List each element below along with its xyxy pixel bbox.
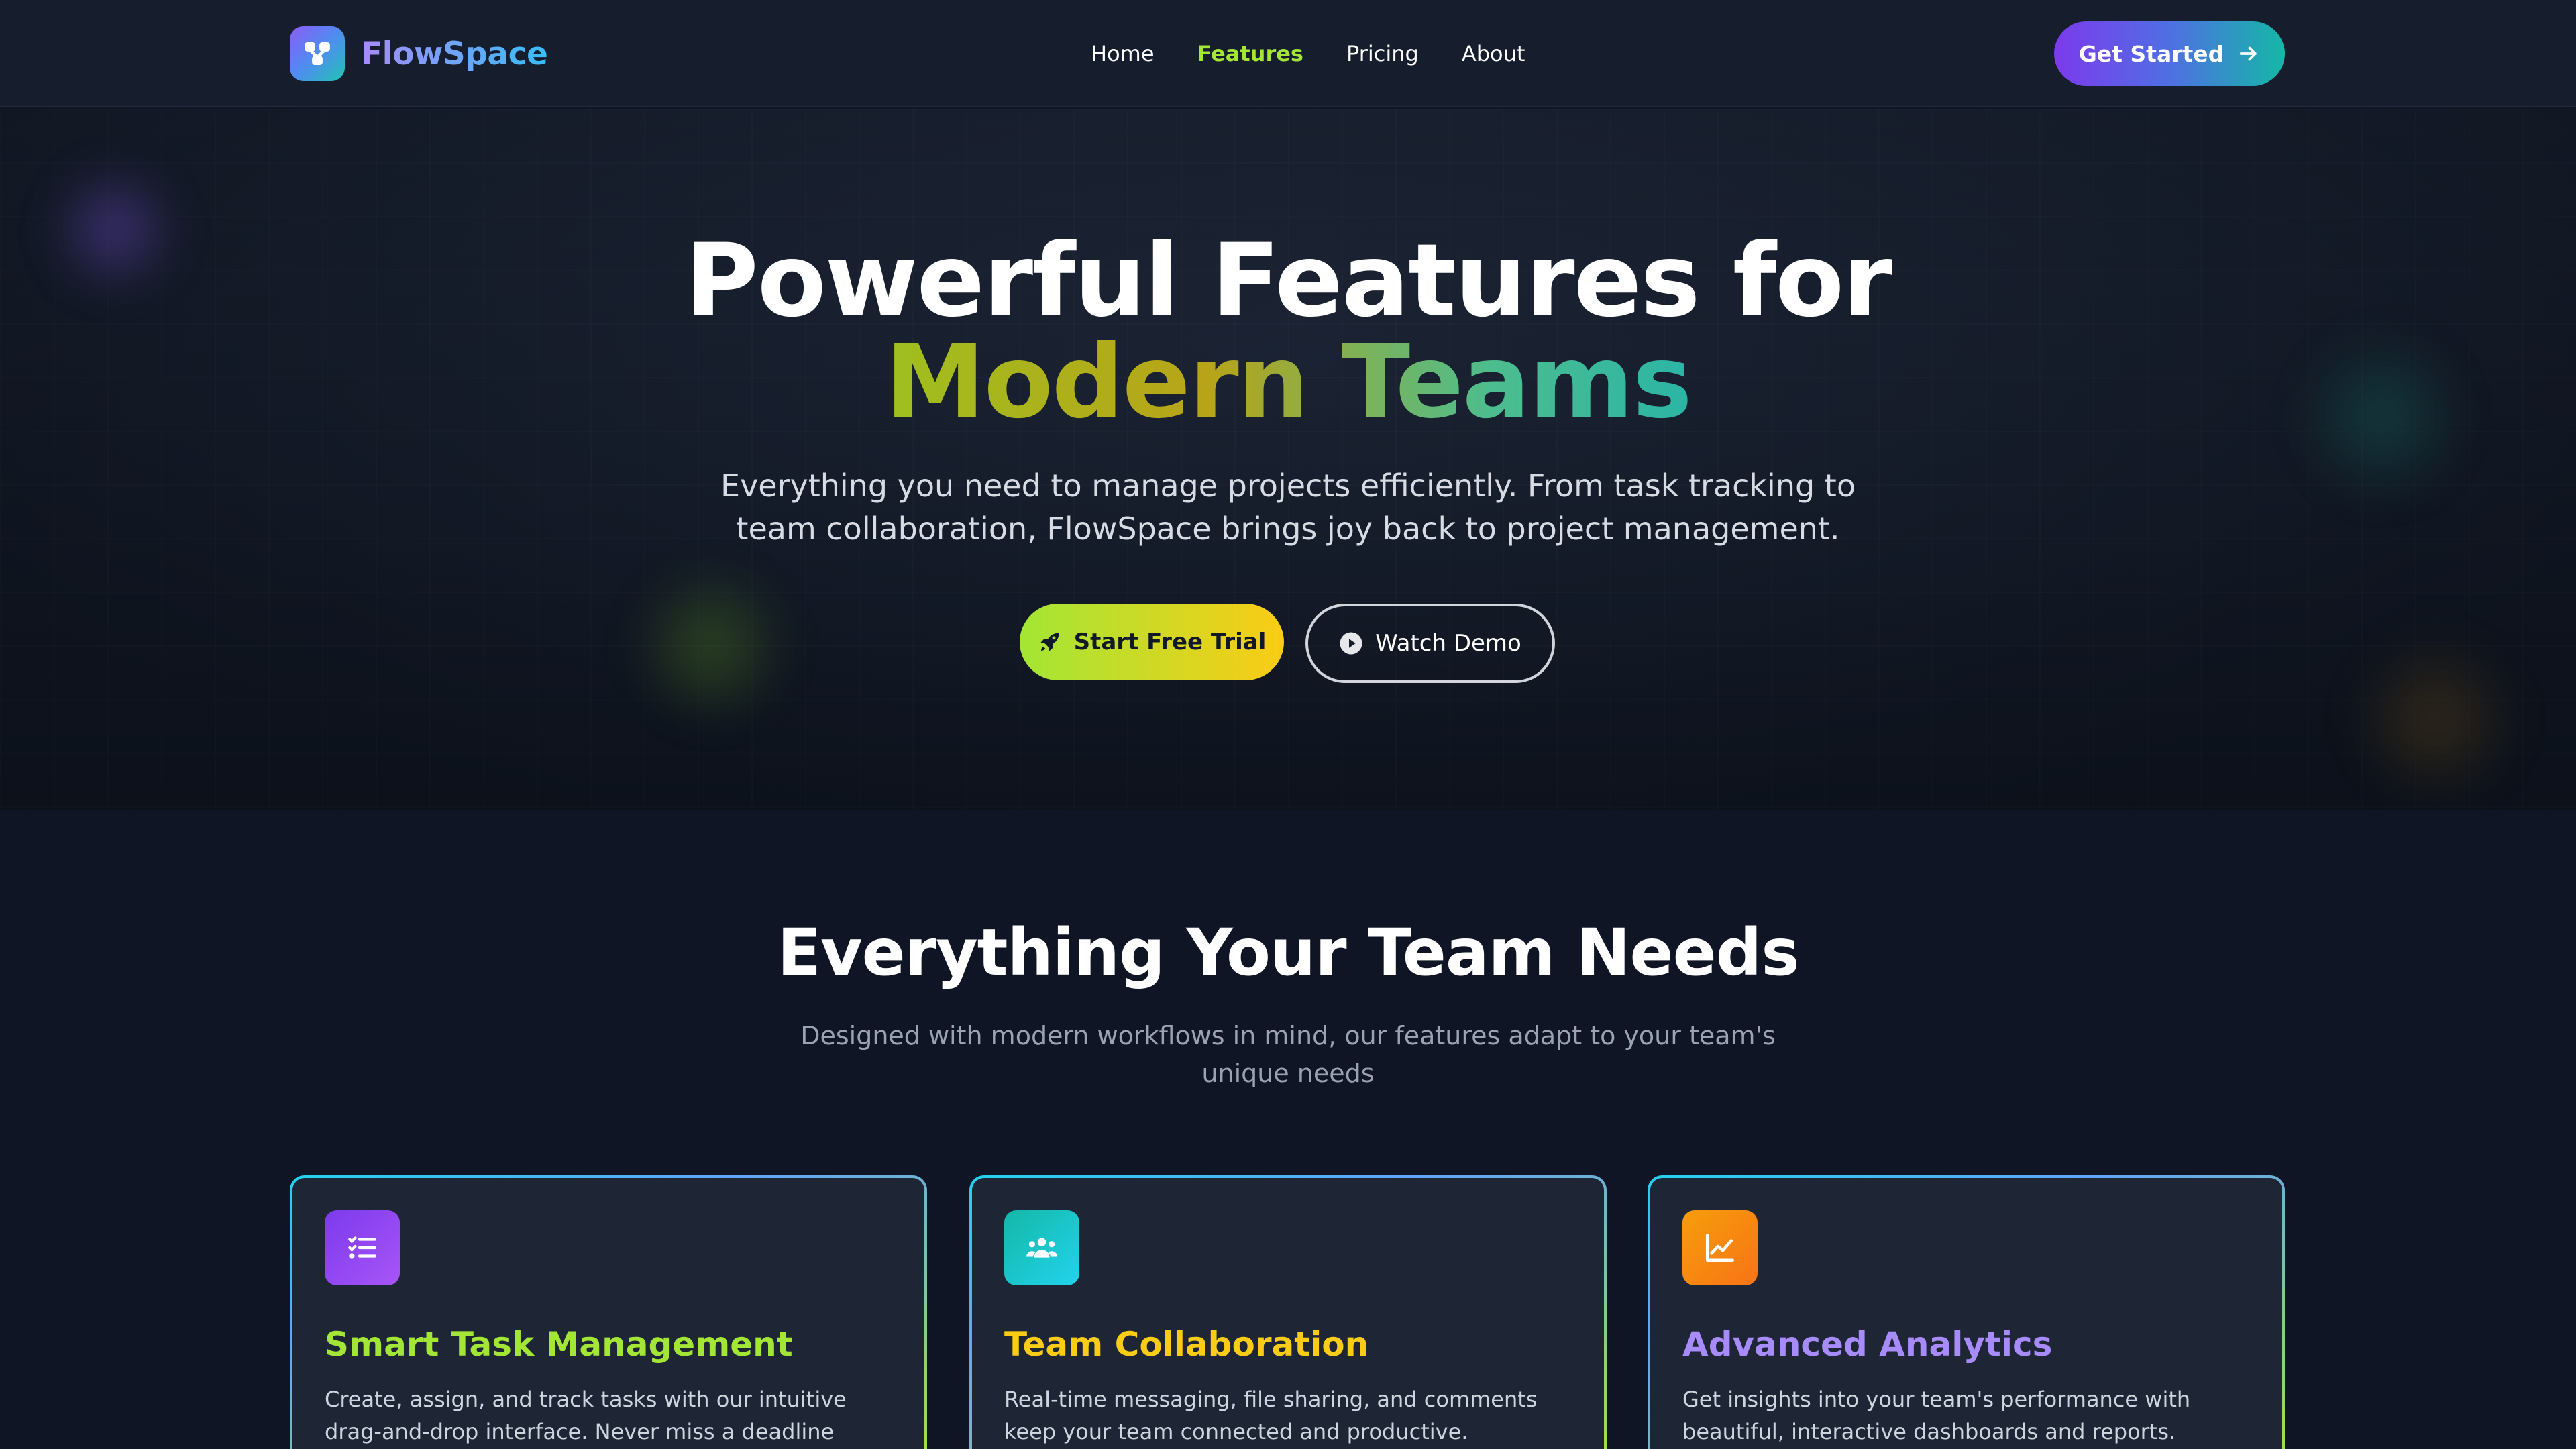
- users-icon: [1004, 1210, 1079, 1285]
- features-title: Everything Your Team Needs: [777, 915, 1799, 990]
- flowspace-logo-icon: [290, 26, 345, 81]
- hero-title-line1: Powerful Features for: [684, 223, 1892, 339]
- nav-link-features[interactable]: Features: [1197, 38, 1303, 70]
- feature-card-advanced-analytics[interactable]: Advanced Analytics Get insights into you…: [1648, 1175, 2285, 1449]
- hero-buttons: Start Free Trial Watch Demo: [1020, 604, 1555, 683]
- start-free-trial-label: Start Free Trial: [1073, 629, 1267, 655]
- chart-line-icon: [1682, 1210, 1758, 1285]
- feature-card-team-collaboration[interactable]: Team Collaboration Real-time messaging, …: [969, 1175, 1607, 1449]
- feature-card-body: Advanced Analytics Get insights into you…: [1650, 1178, 2282, 1449]
- task-list-icon: [325, 1210, 400, 1285]
- feature-card-title: Team Collaboration: [1004, 1325, 1369, 1364]
- decorative-blob: [631, 565, 792, 726]
- brand[interactable]: FlowSpace: [290, 25, 548, 82]
- hero-vignette: [0, 109, 2576, 810]
- play-circle-icon: [1340, 632, 1362, 655]
- feature-card-text: Real-time messaging, file sharing, and c…: [1004, 1387, 1538, 1444]
- watch-demo-button[interactable]: Watch Demo: [1305, 604, 1555, 683]
- hero-title-line2: Modern Teams: [0, 332, 2576, 433]
- get-started-button[interactable]: Get Started: [2054, 21, 2285, 86]
- start-free-trial-button[interactable]: Start Free Trial: [1020, 604, 1284, 680]
- top-nav: FlowSpace Home Features Pricing About Ge…: [0, 0, 2576, 107]
- feature-card-text: Get insights into your team's performanc…: [1682, 1387, 2191, 1444]
- feature-card-title: Advanced Analytics: [1682, 1325, 2053, 1364]
- watch-demo-label: Watch Demo: [1375, 630, 1521, 657]
- nav-link-about[interactable]: About: [1462, 38, 1525, 70]
- feature-card-body: Smart Task Management Create, assign, an…: [292, 1178, 924, 1449]
- feature-card-title: Smart Task Management: [325, 1325, 793, 1364]
- hero-section: Powerful Features for Modern Teams Every…: [0, 109, 2576, 810]
- feature-card-body: Team Collaboration Real-time messaging, …: [972, 1178, 1604, 1449]
- features-subtitle: Designed with modern workflows in mind, …: [800, 1021, 1776, 1088]
- rocket-icon: [1040, 633, 1059, 651]
- feature-card-task-management[interactable]: Smart Task Management Create, assign, an…: [290, 1175, 927, 1449]
- nav-links: Home Features Pricing About: [1091, 38, 1568, 70]
- nav-link-home[interactable]: Home: [1091, 38, 1155, 70]
- arrow-right-icon: [2240, 46, 2257, 61]
- hero-subtitle: Everything you need to manage projects e…: [720, 468, 1856, 547]
- hero-title-highlight: Modern Teams: [885, 324, 1692, 441]
- brand-name: FlowSpace: [361, 35, 548, 72]
- nav-link-pricing[interactable]: Pricing: [1346, 38, 1419, 70]
- get-started-label: Get Started: [2078, 40, 2224, 67]
- decorative-blob: [2348, 632, 2522, 806]
- feature-card-text: Create, assign, and track tasks with our…: [325, 1387, 847, 1444]
